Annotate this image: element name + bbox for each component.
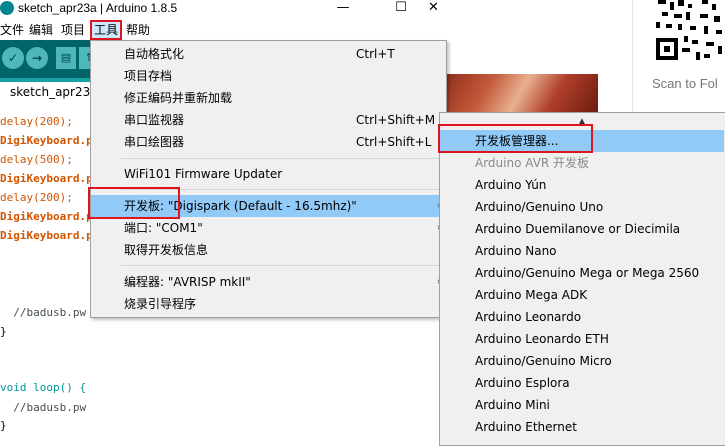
menu-item-board-option[interactable]: Arduino Nano [440, 240, 724, 262]
menu-item-board-option[interactable]: Arduino Leonardo ETH [440, 328, 724, 350]
menu-item-serial-monitor[interactable]: 串口监视器 Ctrl+Shift+M [91, 109, 446, 131]
menu-item-board-option[interactable]: Arduino Ethernet [440, 416, 724, 438]
code-line: DigiKeyboard.p [0, 210, 93, 223]
menu-item-board-option[interactable]: Arduino Esplora [440, 372, 724, 394]
code-line: delay(200); [0, 191, 73, 204]
maximize-button[interactable]: ☐ [384, 0, 418, 17]
menu-separator [121, 158, 443, 159]
minimize-button[interactable]: — [326, 0, 360, 17]
new-button[interactable]: ▤ [56, 47, 76, 69]
close-button[interactable]: ✕ [428, 0, 444, 17]
arduino-logo-icon [0, 1, 14, 15]
board-submenu: ▲ 开发板管理器... Arduino AVR 开发板 Arduino Yún … [439, 112, 725, 446]
code-line: } [0, 419, 7, 432]
menu-header-avr-boards: Arduino AVR 开发板 [475, 156, 590, 170]
menu-tools[interactable]: 工具 [90, 20, 123, 40]
menu-item-auto-format[interactable]: 自动格式化 Ctrl+T [91, 43, 446, 65]
scan-to-follow-text: Scan to Fol [652, 76, 718, 91]
menu-item-board-option[interactable]: Arduino Yún [440, 174, 724, 196]
menu-item-serial-plotter[interactable]: 串口绘图器 Ctrl+Shift+L [91, 131, 446, 153]
menu-item-board-option[interactable]: Arduino Mini [440, 394, 724, 416]
menu-item-board-option[interactable]: Arduino Leonardo [440, 306, 724, 328]
menu-item-board-option[interactable]: Arduino/Genuino Micro [440, 350, 724, 372]
menu-bar: 文件 编辑 项目 工具 帮助 [0, 20, 444, 40]
menu-item-board-option[interactable]: Arduino Mega ADK [440, 284, 724, 306]
window-title: sketch_apr23a | Arduino 1.8.5 [18, 1, 178, 15]
menu-item-port[interactable]: 端口: "COM1"› [91, 217, 446, 239]
code-comment: //badusb.pw [0, 401, 87, 414]
menu-item-board-option[interactable]: Arduino Duemilanove or Diecimila [440, 218, 724, 240]
code-line: delay(500); [0, 153, 73, 166]
code-line: delay(200); [0, 115, 73, 128]
menu-item-burn-bootloader[interactable]: 烧录引导程序 [91, 293, 446, 315]
title-bar: sketch_apr23a | Arduino 1.8.5 — ☐ ✕ [0, 0, 444, 19]
tab-sketch[interactable]: sketch_apr23a [0, 82, 98, 102]
menu-file[interactable]: 文件 [0, 22, 24, 38]
code-line: DigiKeyboard.p [0, 229, 93, 242]
tools-menu: 自动格式化 Ctrl+T 项目存档 修正编码并重新加载 串口监视器 Ctrl+Shi… [90, 40, 447, 318]
menu-item-board-option[interactable]: Arduino/Genuino Uno [440, 196, 724, 218]
menu-item-fix-encoding[interactable]: 修正编码并重新加载 [91, 87, 446, 109]
menu-separator [121, 265, 443, 266]
code-line: DigiKeyboard.p [0, 134, 93, 147]
code-line: } [0, 325, 7, 338]
menu-sketch[interactable]: 项目 [61, 22, 85, 38]
qr-code-image [656, 0, 725, 60]
webpage-image [440, 74, 598, 116]
verify-button[interactable]: ✓ [2, 47, 24, 69]
menu-item-board-info[interactable]: 取得开发板信息 [91, 239, 446, 261]
menu-item-archive-sketch[interactable]: 项目存档 [91, 65, 446, 87]
menu-item-programmer[interactable]: 编程器: "AVRISP mkII"› [91, 271, 446, 293]
menu-edit[interactable]: 编辑 [29, 22, 53, 38]
upload-button[interactable]: → [26, 47, 48, 69]
boards-manager-annotation [438, 124, 593, 153]
menu-item-wifi101-updater[interactable]: WiFi101 Firmware Updater [91, 163, 446, 185]
code-comment: //badusb.pw [0, 306, 87, 319]
menu-item-board-option[interactable]: Arduino/Genuino Mega or Mega 2560 [440, 262, 724, 284]
menu-help[interactable]: 帮助 [126, 22, 150, 38]
board-highlight-annotation [88, 187, 180, 219]
code-line: DigiKeyboard.p [0, 172, 93, 185]
code-line-loop: void loop() { [0, 381, 87, 394]
